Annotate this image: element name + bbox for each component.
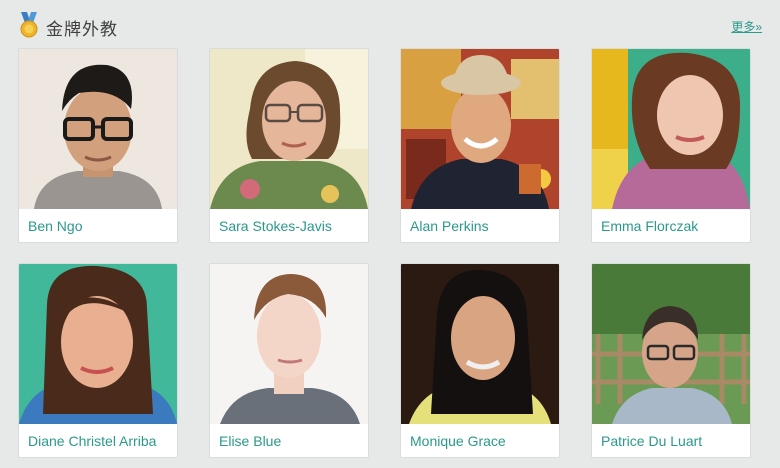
- teacher-card[interactable]: Elise Blue: [209, 263, 369, 458]
- teacher-photo: [210, 264, 368, 424]
- teacher-name: Alan Perkins: [410, 218, 489, 234]
- teacher-card[interactable]: Ben Ngo: [18, 48, 178, 243]
- teacher-photo: [210, 49, 368, 209]
- teacher-photo: [592, 264, 750, 424]
- teacher-name: Emma Florczak: [601, 218, 699, 234]
- teacher-photo: [19, 49, 177, 209]
- teacher-photo: [401, 264, 559, 424]
- teacher-card[interactable]: Emma Florczak: [591, 48, 751, 243]
- more-link[interactable]: 更多»: [731, 18, 762, 35]
- section-title: 金牌外教: [46, 20, 118, 39]
- teacher-card[interactable]: Alan Perkins: [400, 48, 560, 243]
- teacher-photo: [401, 49, 559, 209]
- teacher-name: Elise Blue: [219, 433, 282, 449]
- teacher-card[interactable]: Sara Stokes-Javis: [209, 48, 369, 243]
- medal-icon: [18, 12, 40, 38]
- section-header: 金牌外教 更多»: [18, 12, 762, 40]
- teacher-photo: [19, 264, 177, 424]
- teacher-name: Sara Stokes-Javis: [219, 218, 332, 234]
- teacher-name: Patrice Du Luart: [601, 433, 703, 449]
- teacher-card[interactable]: Patrice Du Luart: [591, 263, 751, 458]
- teacher-card[interactable]: Diane Christel Arriba: [18, 263, 178, 458]
- teacher-card[interactable]: Monique Grace: [400, 263, 560, 458]
- teacher-name: Ben Ngo: [28, 218, 83, 234]
- teacher-photo: [592, 49, 750, 209]
- teacher-name: Monique Grace: [410, 433, 506, 449]
- teacher-name: Diane Christel Arriba: [28, 433, 157, 449]
